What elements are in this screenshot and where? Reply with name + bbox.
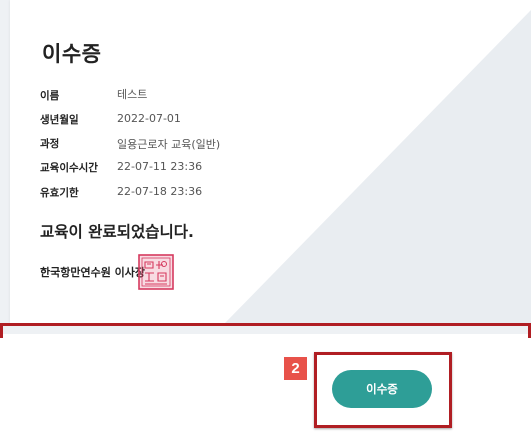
certificate-button[interactable]: 이수증 [332, 370, 432, 408]
step-badge: 2 [284, 357, 307, 380]
birthdate-value: 2022-07-01 [117, 112, 181, 125]
expiry-value: 22-07-18 23:36 [117, 185, 203, 198]
certificate-frame: 이수증 이름 테스트 생년월일 2022-07-01 과정 일용근로자 교육(일… [0, 0, 531, 334]
issuer-name: 한국항만연수원 이사장 [40, 266, 146, 279]
course-value: 일용근로자 교육(일반) [117, 138, 221, 151]
highlight-box-certificate [0, 323, 531, 338]
completion-time-label: 교육이수시간 [40, 162, 98, 174]
certificate-title: 이수증 [42, 42, 102, 66]
completion-message: 교육이 완료되었습니다. [40, 223, 194, 241]
name-label: 이름 [40, 90, 60, 102]
birthdate-label: 생년월일 [40, 114, 79, 126]
certificate-card: 이수증 이름 테스트 생년월일 2022-07-01 과정 일용근로자 교육(일… [10, 0, 531, 323]
completion-time-value: 22-07-11 23:36 [117, 160, 203, 173]
name-value: 테스트 [117, 88, 148, 101]
expiry-label: 유효기한 [40, 187, 79, 199]
course-label: 과정 [40, 138, 60, 150]
official-seal-icon [138, 254, 174, 290]
